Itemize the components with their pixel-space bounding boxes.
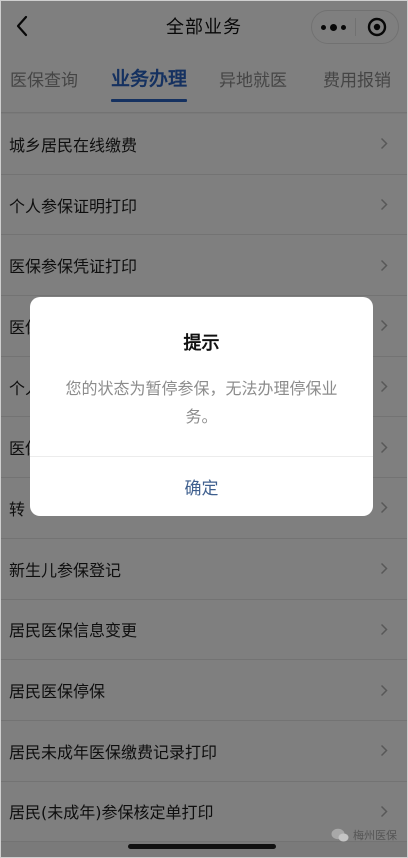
watermark-text: 梅州医保: [353, 829, 397, 842]
alert-dialog: 提示 您的状态为暂停参保，无法办理停保业务。 确定: [30, 297, 373, 516]
confirm-button[interactable]: 确定: [30, 457, 373, 516]
watermark: 梅州医保: [331, 827, 397, 843]
dialog-message: 您的状态为暂停参保，无法办理停保业务。: [65, 379, 338, 426]
app-frame: 全部业务 医保查询 业务办理 异地就医 费用报销 城乡居民在线缴费 个人参保证明…: [0, 0, 408, 858]
home-indicator: [128, 844, 276, 849]
wechat-logo-icon: [331, 828, 349, 841]
dialog-title: 提示: [183, 333, 220, 354]
